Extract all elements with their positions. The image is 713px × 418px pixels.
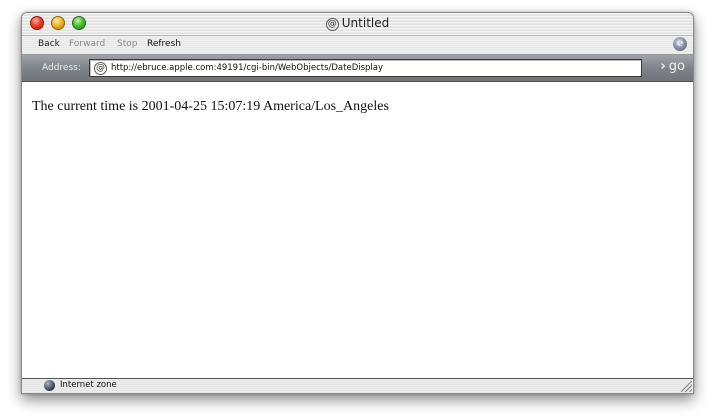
window-title: @ Untitled (22, 16, 693, 31)
at-sign-icon: @ (325, 18, 339, 31)
current-time-text: The current time is 2001-04-25 15:07:19 … (32, 99, 389, 114)
stop-button[interactable]: Stop (117, 39, 137, 49)
browser-window: @ Untitled Back Forward Stop Refresh e Ad… (21, 12, 694, 394)
page-content: The current time is 2001-04-25 15:07:19 … (22, 82, 693, 379)
address-bar: Address: @ http://ebruce.apple.com:49191… (22, 55, 693, 82)
address-label: Address: (42, 63, 81, 73)
chevron-right-icon: › (660, 59, 666, 74)
go-button[interactable]: › go (660, 59, 685, 74)
forward-button[interactable]: Forward (69, 39, 105, 49)
window-title-text: Untitled (341, 16, 390, 30)
at-sign-icon: @ (94, 62, 107, 75)
globe-icon (44, 380, 55, 391)
internet-explorer-icon[interactable]: e (673, 37, 687, 51)
back-button[interactable]: Back (38, 39, 60, 49)
address-input[interactable]: @ http://ebruce.apple.com:49191/cgi-bin/… (89, 59, 642, 77)
resize-grip-icon[interactable] (681, 381, 692, 392)
status-bar: Internet zone (22, 378, 693, 393)
refresh-button[interactable]: Refresh (147, 39, 181, 49)
go-label: go (668, 59, 685, 74)
toolbar: Back Forward Stop Refresh e (22, 36, 693, 55)
address-url[interactable]: http://ebruce.apple.com:49191/cgi-bin/We… (111, 63, 383, 73)
title-bar[interactable]: @ Untitled (22, 13, 693, 36)
zone-status-text: Internet zone (60, 380, 117, 390)
